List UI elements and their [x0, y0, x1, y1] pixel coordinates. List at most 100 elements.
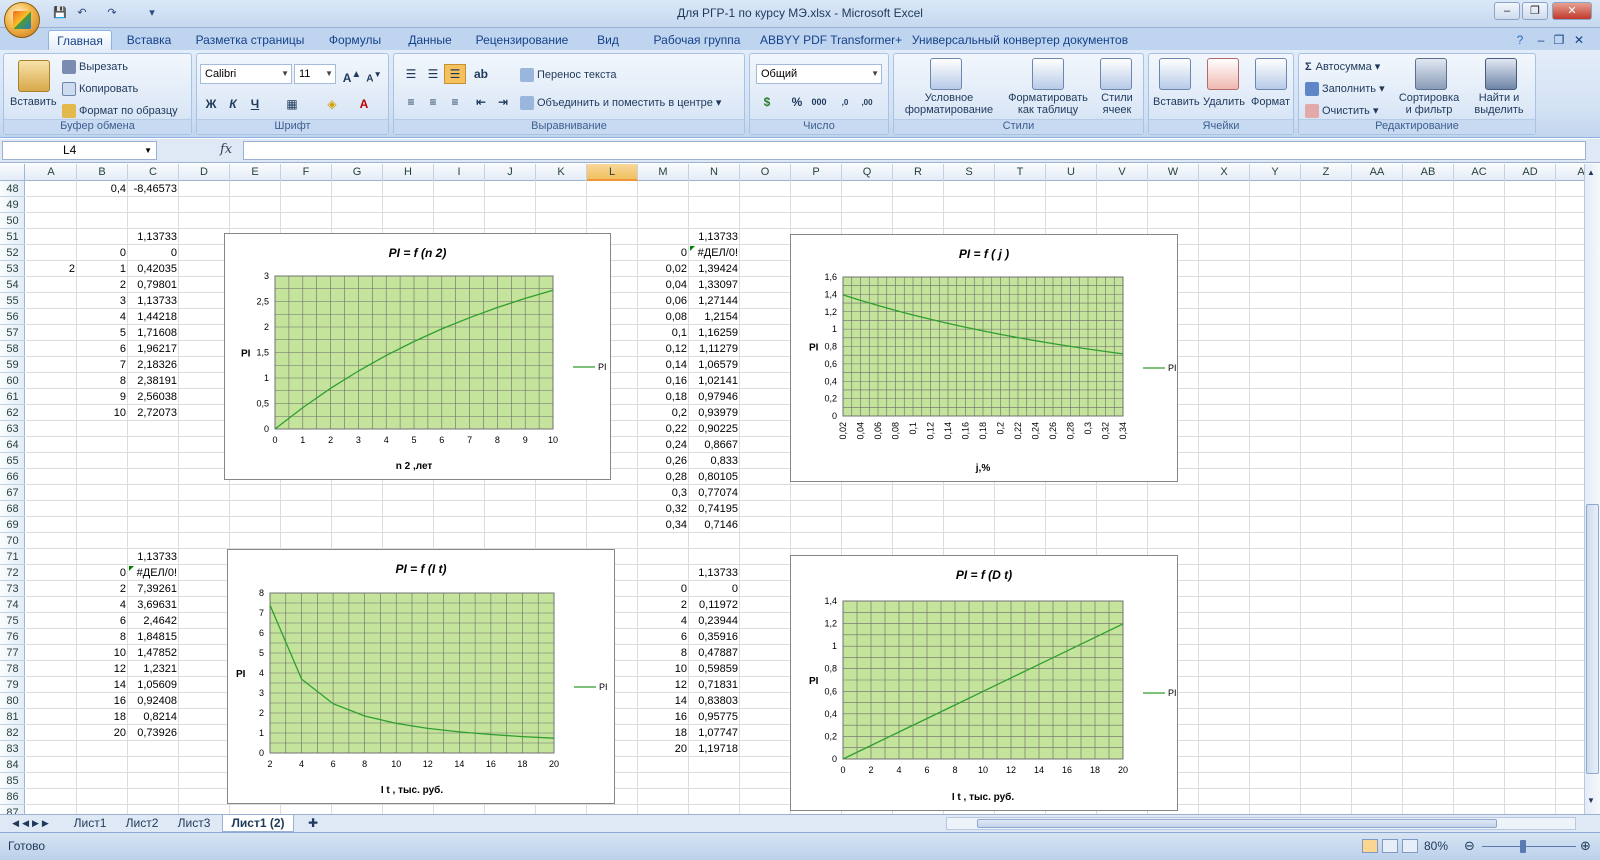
- cell-m58[interactable]: 0,12: [638, 341, 689, 357]
- page-layout-view-icon[interactable]: [1382, 839, 1398, 853]
- cell-n83[interactable]: 1,19718: [689, 741, 740, 757]
- tab-abbyy[interactable]: ABBYY PDF Transformer+: [760, 30, 902, 50]
- cell-m56[interactable]: 0,08: [638, 309, 689, 325]
- cell-m67[interactable]: 0,3: [638, 485, 689, 501]
- column-header-ab[interactable]: AB: [1403, 164, 1454, 181]
- cell-b81[interactable]: 18: [77, 709, 128, 725]
- row-header-62[interactable]: 62: [0, 405, 25, 421]
- column-header-d[interactable]: D: [179, 164, 230, 181]
- tab-insert[interactable]: Вставка: [118, 30, 180, 50]
- cell-m61[interactable]: 0,18: [638, 389, 689, 405]
- decrease-indent-icon[interactable]: ⇤: [470, 92, 492, 112]
- row-header-79[interactable]: 79: [0, 677, 25, 693]
- column-header-aa[interactable]: AA: [1352, 164, 1403, 181]
- row-header-75[interactable]: 75: [0, 613, 25, 629]
- column-header-w[interactable]: W: [1148, 164, 1199, 181]
- name-box[interactable]: L4 ▼: [2, 141, 157, 160]
- sort-filter-button[interactable]: Сортировка и фильтр: [1395, 92, 1463, 116]
- cell-b75[interactable]: 6: [77, 613, 128, 629]
- column-header-a[interactable]: A: [26, 164, 77, 181]
- currency-icon[interactable]: $: [756, 92, 778, 112]
- delete-cells-button[interactable]: Удалить: [1203, 96, 1245, 108]
- column-header-z[interactable]: Z: [1301, 164, 1352, 181]
- cell-n73[interactable]: 0: [689, 581, 740, 597]
- restore-button[interactable]: ❐: [1522, 2, 1548, 20]
- row-header-50[interactable]: 50: [0, 213, 25, 229]
- insert-cells-button[interactable]: Вставить: [1153, 96, 1200, 108]
- column-header-x[interactable]: X: [1199, 164, 1250, 181]
- row-header-80[interactable]: 80: [0, 693, 25, 709]
- cell-c54[interactable]: 0,79801: [128, 277, 179, 293]
- column-header-u[interactable]: U: [1046, 164, 1097, 181]
- wrap-text-button[interactable]: Перенос текста: [520, 68, 617, 82]
- cell-n82[interactable]: 1,07747: [689, 725, 740, 741]
- chart-4[interactable]: PI = f (D t) 0 0,2 0,4 0,6 0,8 1 1,2 1,4 0 2 4 6 8 10 1…: [790, 555, 1178, 811]
- number-format-select[interactable]: Общий ▼: [756, 64, 882, 84]
- cell-c57[interactable]: 1,71608: [128, 325, 179, 341]
- merge-center-button[interactable]: Объединить и поместить в центре ▾: [520, 96, 721, 111]
- cell-m53[interactable]: 0,02: [638, 261, 689, 277]
- paste-button[interactable]: Вставить: [10, 96, 57, 108]
- bold-button[interactable]: Ж: [200, 94, 222, 114]
- find-select-button[interactable]: Найти и выделить: [1465, 92, 1533, 116]
- cell-m74[interactable]: 2: [638, 597, 689, 613]
- copy-button[interactable]: Копировать: [62, 82, 138, 96]
- row-header-74[interactable]: 74: [0, 597, 25, 613]
- cell-m81[interactable]: 16: [638, 709, 689, 725]
- cell-c75[interactable]: 2,4642: [128, 613, 179, 629]
- cell-c74[interactable]: 3,69631: [128, 597, 179, 613]
- orientation-icon[interactable]: ab: [470, 64, 492, 84]
- column-header-o[interactable]: O: [740, 164, 791, 181]
- cell-n61[interactable]: 0,97946: [689, 389, 740, 405]
- row-header-65[interactable]: 65: [0, 453, 25, 469]
- cell-n56[interactable]: 1,2154: [689, 309, 740, 325]
- column-header-q[interactable]: Q: [842, 164, 893, 181]
- cell-c60[interactable]: 2,38191: [128, 373, 179, 389]
- grow-font-button[interactable]: A▲: [341, 64, 363, 85]
- cell-b59[interactable]: 7: [77, 357, 128, 373]
- font-size-select[interactable]: 11 ▼: [294, 64, 336, 84]
- cell-m54[interactable]: 0,04: [638, 277, 689, 293]
- tab-workgroup[interactable]: Рабочая группа: [640, 30, 754, 50]
- cell-c51[interactable]: 1,13733: [128, 229, 179, 245]
- column-header-n[interactable]: N: [689, 164, 740, 181]
- tab-data[interactable]: Данные: [400, 30, 460, 50]
- font-name-select[interactable]: Calibri ▼: [200, 64, 292, 84]
- cell-b55[interactable]: 3: [77, 293, 128, 309]
- page-break-view-icon[interactable]: [1402, 839, 1418, 853]
- row-header-70[interactable]: 70: [0, 533, 25, 549]
- cell-m62[interactable]: 0,2: [638, 405, 689, 421]
- row-header-86[interactable]: 86: [0, 789, 25, 805]
- thousands-icon[interactable]: 000: [808, 92, 830, 112]
- sheet-tab-2[interactable]: Лист2: [118, 815, 166, 832]
- cell-c80[interactable]: 0,92408: [128, 693, 179, 709]
- format-painter-button[interactable]: Формат по образцу: [62, 104, 178, 118]
- cell-b56[interactable]: 4: [77, 309, 128, 325]
- row-header-63[interactable]: 63: [0, 421, 25, 437]
- column-header-ad[interactable]: AD: [1505, 164, 1556, 181]
- row-header-72[interactable]: 72: [0, 565, 25, 581]
- cell-c48[interactable]: -8,46573: [128, 181, 179, 197]
- row-header-48[interactable]: 48: [0, 181, 25, 197]
- chart-1[interactable]: PI = f (n 2) 0 0,5 1 1,5 2 2,5 3 0 1 2 3 4 5 6 7 8 9 10 PI n…: [224, 233, 611, 480]
- column-header-p[interactable]: P: [791, 164, 842, 181]
- cell-b76[interactable]: 8: [77, 629, 128, 645]
- zoom-level[interactable]: 80%: [1424, 839, 1448, 853]
- font-color-icon[interactable]: A: [353, 94, 375, 114]
- row-header-66[interactable]: 66: [0, 469, 25, 485]
- align-center-icon[interactable]: ≡: [422, 92, 444, 112]
- fill-button[interactable]: Заполнить ▾: [1305, 82, 1385, 97]
- row-header-49[interactable]: 49: [0, 197, 25, 213]
- borders-icon[interactable]: ▦: [281, 94, 303, 114]
- row-header-71[interactable]: 71: [0, 549, 25, 565]
- autosum-button[interactable]: Σ Автосумма ▾: [1305, 60, 1380, 73]
- cell-n72[interactable]: 1,13733: [689, 565, 740, 581]
- cell-m52[interactable]: 0: [638, 245, 689, 261]
- format-cells-button[interactable]: Формат: [1251, 96, 1290, 108]
- row-header-83[interactable]: 83: [0, 741, 25, 757]
- zoom-slider[interactable]: [1482, 846, 1576, 847]
- decrease-decimal-icon[interactable]: ,00: [856, 92, 878, 112]
- underline-button[interactable]: Ч: [244, 94, 266, 114]
- cell-c79[interactable]: 1,05609: [128, 677, 179, 693]
- chart-2[interactable]: PI = f ( j ) 0 0,2 0,4 0,6 0,8 1 1,2 1,4 1,6 0,02 0…: [790, 234, 1178, 482]
